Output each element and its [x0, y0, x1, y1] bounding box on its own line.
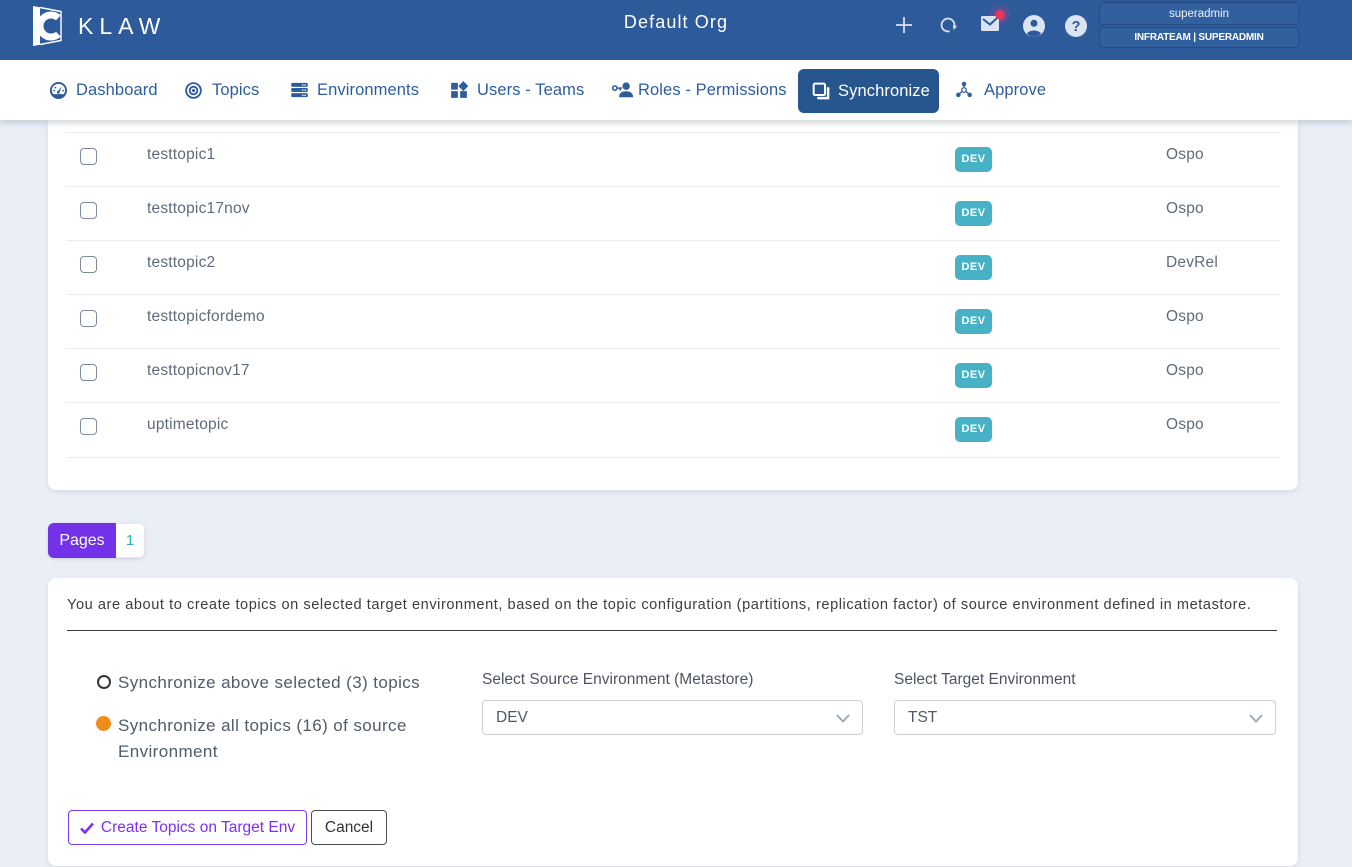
svg-text:?: ? — [1072, 19, 1081, 35]
